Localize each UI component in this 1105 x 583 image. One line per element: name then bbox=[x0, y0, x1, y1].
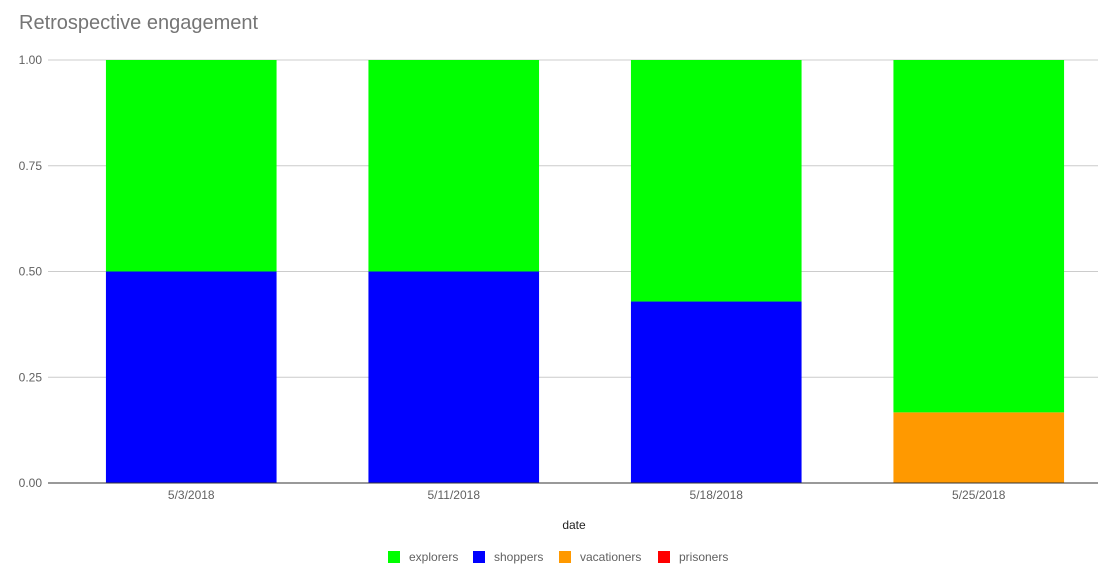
y-tick-label: 1.00 bbox=[19, 53, 43, 67]
x-axis-ticks: 5/3/2018 5/11/2018 5/18/2018 5/25/2018 bbox=[168, 488, 1006, 502]
bar-shoppers-2 bbox=[630, 301, 802, 483]
legend-swatch-prisoners bbox=[658, 551, 670, 563]
legend-swatch-vacationers bbox=[559, 551, 571, 563]
legend-label-shoppers: shoppers bbox=[494, 550, 543, 564]
x-axis-title: date bbox=[562, 518, 586, 532]
y-tick-label: 0.00 bbox=[19, 476, 43, 490]
bar-shoppers-1 bbox=[368, 271, 540, 483]
y-tick-label: 0.25 bbox=[19, 370, 43, 384]
legend: explorers shoppers vacationers prisoners bbox=[388, 550, 728, 564]
legend-label-vacationers: vacationers bbox=[580, 550, 641, 564]
y-tick-label: 0.75 bbox=[19, 159, 43, 173]
stacked-bar-chart: Retrospective engagement 0.00 0.25 0.50 0.7… bbox=[19, 12, 1098, 564]
bar-explorers-2 bbox=[630, 60, 802, 302]
bar-explorers-0 bbox=[105, 60, 277, 272]
x-tick-label: 5/3/2018 bbox=[168, 488, 215, 502]
bar-explorers-3 bbox=[893, 60, 1065, 413]
legend-swatch-shoppers bbox=[473, 551, 485, 563]
x-tick-label: 5/18/2018 bbox=[690, 488, 744, 502]
legend-swatch-explorers bbox=[388, 551, 400, 563]
x-tick-label: 5/25/2018 bbox=[952, 488, 1006, 502]
bar-vacationers-3 bbox=[893, 412, 1065, 483]
y-tick-label: 0.50 bbox=[19, 265, 43, 279]
legend-label-prisoners: prisoners bbox=[679, 550, 728, 564]
legend-label-explorers: explorers bbox=[409, 550, 458, 564]
chart-title: Retrospective engagement bbox=[19, 12, 258, 34]
x-tick-label: 5/11/2018 bbox=[428, 488, 481, 502]
bar-shoppers-0 bbox=[105, 271, 277, 483]
y-axis-ticks: 0.00 0.25 0.50 0.75 1.00 bbox=[19, 53, 43, 490]
bar-explorers-1 bbox=[368, 60, 540, 272]
